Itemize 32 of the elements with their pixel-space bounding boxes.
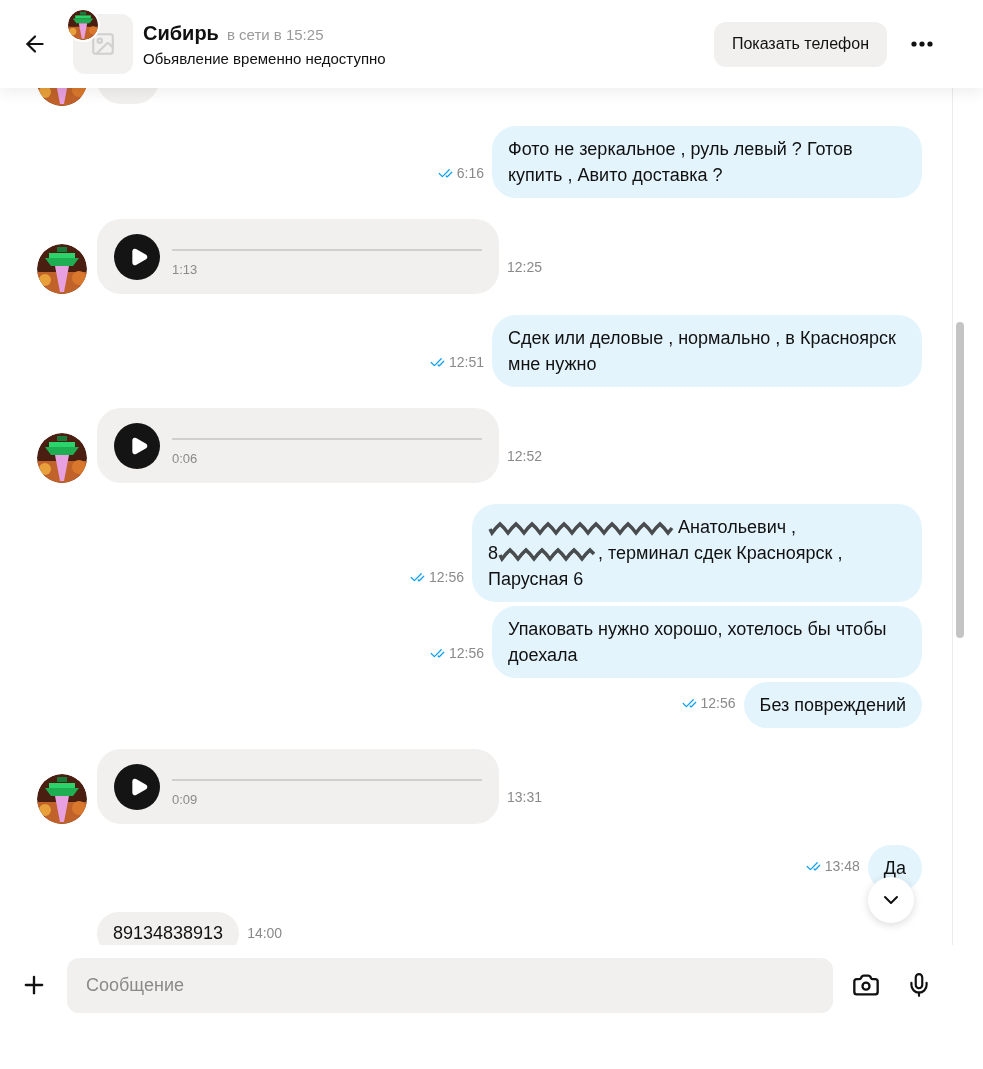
message-bubble: Без повреждений bbox=[743, 682, 922, 728]
message-text: , терминал сдек Красноярск , bbox=[598, 543, 843, 563]
online-status: в сети в 15:25 bbox=[226, 24, 324, 45]
message-time: 13:31 bbox=[507, 788, 543, 807]
play-button[interactable] bbox=[114, 234, 160, 280]
message-time: 12:52 bbox=[507, 447, 543, 466]
audio-duration: 1:13 bbox=[172, 261, 199, 279]
image-placeholder-icon bbox=[90, 31, 116, 57]
listing-status: Обьявление временно недоступно bbox=[143, 48, 386, 69]
more-icon bbox=[911, 41, 933, 47]
message-text: Парусная 6 bbox=[488, 569, 584, 589]
chat-title: Сибирь bbox=[143, 20, 219, 46]
message-time: 12:56 bbox=[700, 694, 736, 713]
message-time: 13:48 bbox=[824, 857, 860, 876]
message-time: 12:25 bbox=[507, 258, 543, 277]
message-bubble: Упаковать нужно хорошо, хотелось бы чтобы доехала bbox=[492, 606, 922, 678]
message-time: 12:56 bbox=[428, 568, 464, 587]
play-button[interactable] bbox=[114, 764, 160, 810]
message-time: 12:51 bbox=[448, 353, 484, 372]
message-input[interactable]: Сообщение bbox=[67, 957, 833, 1013]
message-time: 14:00 bbox=[247, 924, 283, 943]
play-button[interactable] bbox=[114, 423, 160, 469]
message-bubble: Сдек или деловые , нормально , в Красноярск мне нужно bbox=[492, 315, 922, 387]
message-time: 12:56 bbox=[448, 644, 484, 663]
message-text: 8 bbox=[488, 543, 498, 563]
audio-duration: 0:09 bbox=[172, 791, 199, 809]
message-text: Анатольевич , bbox=[678, 517, 797, 537]
message-bubble: Фото не зеркальное , руль левый ? Готов купить , Авито доставка ? bbox=[492, 126, 922, 198]
message-bubble: 89134838913 bbox=[97, 912, 240, 945]
audio-duration: 0:06 bbox=[172, 450, 199, 468]
show-phone-button[interactable]: Показать телефон bbox=[713, 21, 887, 67]
message-time: 6:16 bbox=[456, 164, 484, 183]
